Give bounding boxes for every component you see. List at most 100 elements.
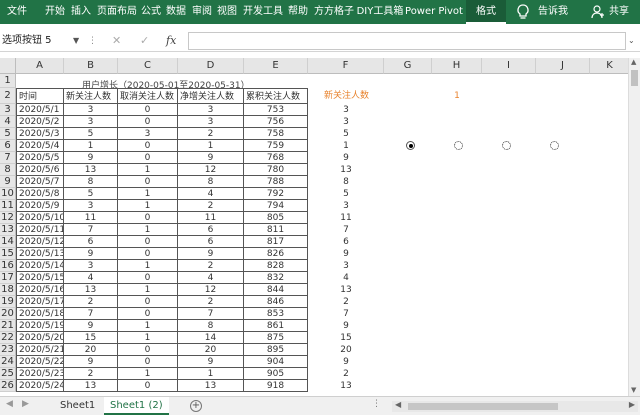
row-header[interactable]: 13	[0, 224, 16, 236]
table-cell[interactable]: 811	[244, 224, 308, 236]
row-header[interactable]: 12	[0, 212, 16, 224]
enter-icon[interactable]: ✓	[140, 32, 149, 50]
row-header[interactable]: 19	[0, 296, 16, 308]
helper-column-cell[interactable]: 7	[308, 308, 384, 320]
table-cell[interactable]: 0	[118, 248, 178, 260]
table-cell[interactable]: 4	[178, 272, 244, 284]
helper-column-cell[interactable]: 9	[308, 248, 384, 260]
table-cell[interactable]: 3	[64, 116, 118, 128]
prev-sheet-icon[interactable]: ◀	[6, 399, 13, 409]
table-cell[interactable]: 3	[118, 128, 178, 140]
column-header-b[interactable]: B	[64, 58, 118, 74]
table-cell[interactable]: 13	[178, 380, 244, 392]
tab-help[interactable]: 帮助	[285, 0, 311, 24]
table-cell[interactable]: 2020/5/18	[16, 308, 64, 320]
tab-fangfang-grid[interactable]: 方方格子	[311, 0, 357, 24]
table-cell[interactable]: 0	[118, 116, 178, 128]
add-sheet-icon[interactable]: +	[190, 400, 202, 412]
table-cell[interactable]: 2020/5/15	[16, 272, 64, 284]
table-cell[interactable]: 2	[178, 260, 244, 272]
column-header-f[interactable]: F	[308, 58, 384, 74]
table-cell[interactable]: 0	[118, 140, 178, 152]
table-cell[interactable]: 9	[64, 248, 118, 260]
option-button-4[interactable]	[550, 141, 559, 150]
lightbulb-icon[interactable]	[515, 3, 531, 21]
vertical-scroll-thumb[interactable]	[631, 70, 638, 86]
table-cell[interactable]: 2020/5/19	[16, 320, 64, 332]
share-button[interactable]: 共享	[604, 0, 634, 24]
row-header[interactable]: 5	[0, 128, 16, 140]
helper-column-cell[interactable]: 8	[308, 176, 384, 188]
table-cell[interactable]: 12	[178, 164, 244, 176]
row-header[interactable]: 14	[0, 236, 16, 248]
table-cell[interactable]: 2020/5/14	[16, 260, 64, 272]
table-cell[interactable]: 2020/5/20	[16, 332, 64, 344]
table-cell[interactable]: 3	[64, 260, 118, 272]
table-cell[interactable]: 768	[244, 152, 308, 164]
table-cell[interactable]: 844	[244, 284, 308, 296]
table-cell[interactable]: 828	[244, 260, 308, 272]
table-cell[interactable]: 3	[64, 104, 118, 116]
table-cell[interactable]: 905	[244, 368, 308, 380]
scroll-down-icon[interactable]: ▼	[631, 386, 636, 394]
table-cell[interactable]: 15	[64, 332, 118, 344]
table-cell[interactable]: 0	[118, 344, 178, 356]
table-header-cell[interactable]: 时间	[16, 88, 64, 104]
table-cell[interactable]: 2020/5/13	[16, 248, 64, 260]
table-cell[interactable]: 0	[118, 212, 178, 224]
table-cell[interactable]: 2020/5/3	[16, 128, 64, 140]
row-header[interactable]: 2	[0, 88, 16, 104]
table-cell[interactable]: 7	[178, 308, 244, 320]
scroll-up-icon[interactable]: ▲	[631, 58, 636, 66]
table-cell[interactable]: 846	[244, 296, 308, 308]
table-cell[interactable]: 13	[64, 380, 118, 392]
row-header[interactable]: 10	[0, 188, 16, 200]
table-header-cell[interactable]: 新关注人数	[64, 88, 118, 104]
helper-column-cell[interactable]: 13	[308, 164, 384, 176]
table-cell[interactable]: 1	[118, 368, 178, 380]
row-header[interactable]: 6	[0, 140, 16, 152]
table-cell[interactable]: 2	[64, 296, 118, 308]
table-cell[interactable]: 788	[244, 176, 308, 188]
table-cell[interactable]: 875	[244, 332, 308, 344]
table-cell[interactable]: 895	[244, 344, 308, 356]
table-cell[interactable]: 0	[118, 176, 178, 188]
tab-data[interactable]: 数据	[163, 0, 189, 24]
table-cell[interactable]: 5	[64, 188, 118, 200]
table-cell[interactable]: 832	[244, 272, 308, 284]
tab-power-pivot[interactable]: Power Pivot	[404, 0, 464, 24]
table-cell[interactable]: 861	[244, 320, 308, 332]
expand-formula-bar-icon[interactable]: ⌄	[628, 32, 635, 50]
table-cell[interactable]: 758	[244, 128, 308, 140]
table-cell[interactable]: 780	[244, 164, 308, 176]
table-cell[interactable]: 7	[64, 224, 118, 236]
row-header[interactable]: 7	[0, 152, 16, 164]
table-cell[interactable]: 2	[178, 128, 244, 140]
table-cell[interactable]: 0	[118, 104, 178, 116]
table-cell[interactable]: 2020/5/9	[16, 200, 64, 212]
row-header[interactable]: 4	[0, 116, 16, 128]
table-cell[interactable]: 2020/5/4	[16, 140, 64, 152]
table-cell[interactable]: 759	[244, 140, 308, 152]
column-header-a[interactable]: A	[16, 58, 64, 74]
table-cell[interactable]: 9	[64, 356, 118, 368]
row-header[interactable]: 18	[0, 284, 16, 296]
helper-column-cell[interactable]: 3	[308, 200, 384, 212]
table-cell[interactable]: 5	[64, 128, 118, 140]
table-cell[interactable]: 2020/5/17	[16, 296, 64, 308]
table-cell[interactable]: 6	[178, 224, 244, 236]
table-cell[interactable]: 1	[118, 188, 178, 200]
table-cell[interactable]: 0	[118, 356, 178, 368]
table-cell[interactable]: 753	[244, 104, 308, 116]
scroll-left-icon[interactable]: ◀	[395, 400, 401, 409]
table-cell[interactable]: 1	[178, 368, 244, 380]
horizontal-scroll-thumb[interactable]	[408, 403, 558, 410]
scroll-right-icon[interactable]: ▶	[629, 400, 635, 409]
horizontal-scrollbar[interactable]: ◀ ▶	[392, 400, 638, 412]
row-header[interactable]: 26	[0, 380, 16, 392]
table-cell[interactable]: 2	[64, 368, 118, 380]
table-cell[interactable]: 0	[118, 236, 178, 248]
table-cell[interactable]: 2020/5/23	[16, 368, 64, 380]
tab-view[interactable]: 视图	[214, 0, 240, 24]
table-cell[interactable]: 756	[244, 116, 308, 128]
